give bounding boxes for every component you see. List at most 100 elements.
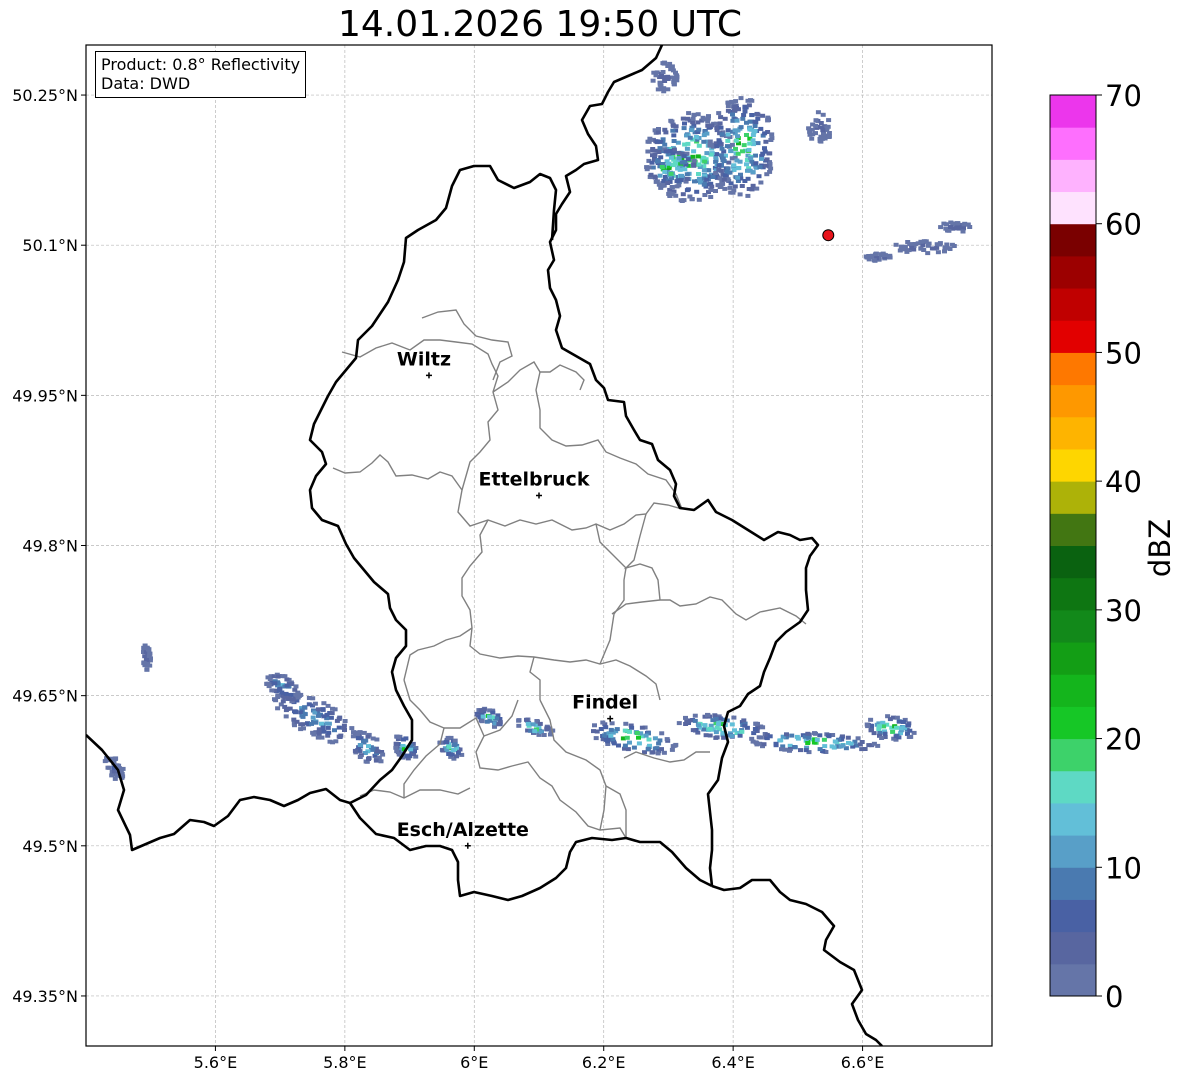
echo-pixel: [408, 747, 414, 752]
echo-pixel: [601, 733, 607, 738]
echo-pixel: [703, 733, 709, 738]
colorbar-segment: [1050, 609, 1096, 643]
echo-pixel: [350, 734, 356, 739]
echo-pixel: [818, 121, 824, 125]
echo-pixel: [948, 225, 953, 229]
echo-pixel: [336, 725, 342, 730]
echo-pixel: [656, 150, 662, 154]
echo-pixel: [868, 728, 874, 733]
colorbar-segment: [1050, 320, 1096, 353]
radar-map[interactable]: WiltzEttelbruckFindelEsch/Alzette 5.6°E 5…: [0, 0, 1184, 1081]
echo-pixel: [773, 741, 779, 746]
echo-pixel: [320, 707, 326, 712]
colorbar-segment: [1050, 545, 1096, 579]
echo-pixel: [480, 714, 486, 719]
echo-pixel: [757, 165, 763, 170]
echo-pixel: [755, 141, 761, 146]
echo-pixel: [814, 737, 820, 742]
echo-pixel: [693, 135, 699, 139]
echo-pixel: [729, 722, 735, 727]
echo-pixel: [283, 691, 289, 696]
echo-pixel: [759, 156, 764, 161]
echo-pixel: [671, 81, 677, 86]
echo-pixel: [682, 167, 688, 172]
echo-pixel: [532, 729, 538, 734]
echo-pixel: [452, 738, 458, 743]
lat-tick-label: 49.65°N: [12, 687, 78, 706]
echo-pixel: [925, 251, 931, 256]
echo-pixel: [758, 126, 764, 131]
colorbar-segment: [1050, 95, 1096, 128]
echo-pixel: [695, 120, 701, 125]
echo-pixel: [680, 192, 686, 197]
echo-pixel: [332, 728, 337, 733]
echo-pixel: [665, 87, 671, 92]
echo-pixel: [882, 731, 888, 736]
echo-pixel: [673, 193, 679, 198]
colorbar-segment: [1050, 835, 1096, 868]
echo-pixel: [600, 720, 606, 725]
echo-pixel: [764, 157, 770, 162]
echo-pixel: [691, 149, 697, 154]
echo-pixel: [709, 184, 715, 189]
echo-pixel: [366, 757, 371, 761]
echo-pixel: [670, 744, 676, 749]
echo-pixel: [652, 175, 658, 180]
echo-pixel: [655, 130, 661, 135]
echo-pixel: [691, 158, 697, 163]
echo-pixel: [685, 141, 691, 146]
echo-pixel: [817, 747, 823, 752]
echo-pixel: [789, 733, 795, 738]
echo-pixel: [481, 707, 487, 712]
echo-pixel: [726, 160, 732, 165]
echo-pixel: [826, 734, 832, 739]
echo-pixel: [719, 132, 725, 137]
echo-pixel: [444, 740, 449, 745]
echo-pixel: [732, 728, 737, 733]
echo-pixel: [342, 728, 347, 732]
echo-pixel: [714, 152, 720, 157]
echo-pixel: [716, 720, 722, 725]
echo-pixel: [929, 246, 935, 251]
radar-site-marker[interactable]: [822, 229, 835, 242]
echo-pixel: [714, 735, 720, 740]
echo-pixel: [445, 735, 451, 740]
colorbar-tick-label: 60: [1105, 208, 1142, 242]
echo-pixel: [670, 75, 675, 80]
echo-pixel: [316, 730, 322, 735]
echo-pixel: [295, 693, 301, 697]
echo-pixel: [829, 744, 835, 749]
echo-pixel: [706, 168, 712, 173]
echo-pixel: [755, 112, 761, 117]
echo-pixel: [592, 723, 597, 728]
echo-pixel: [753, 721, 759, 726]
echo-pixel: [763, 139, 769, 144]
colorbar-segment: [1050, 738, 1096, 772]
echo-pixel: [742, 179, 748, 183]
echo-pixel: [684, 177, 690, 181]
echo-pixel: [674, 78, 680, 83]
echo-pixel: [887, 253, 893, 258]
echo-pixel: [953, 226, 958, 231]
echo-pixel: [666, 161, 672, 166]
echo-pixel: [731, 163, 737, 168]
colorbar-segment: [1050, 191, 1096, 225]
echo-pixel: [713, 730, 719, 735]
echo-pixel: [832, 739, 838, 744]
echo-pixel: [352, 748, 358, 753]
echo-pixel: [293, 684, 299, 689]
echo-pixel: [792, 745, 798, 750]
echo-pixel: [820, 112, 826, 117]
echo-pixel: [807, 132, 813, 137]
echo-pixel: [326, 730, 332, 735]
echo-pixel: [525, 721, 531, 726]
echo-pixel: [918, 246, 924, 251]
echo-pixel: [661, 750, 667, 755]
echo-pixel: [658, 155, 664, 160]
echo-pixel: [734, 158, 740, 163]
echo-pixel: [650, 165, 656, 170]
echo-pixel: [454, 754, 460, 759]
echo-pixel: [951, 244, 957, 248]
echo-pixel: [696, 127, 702, 132]
echo-pixel: [283, 714, 289, 719]
